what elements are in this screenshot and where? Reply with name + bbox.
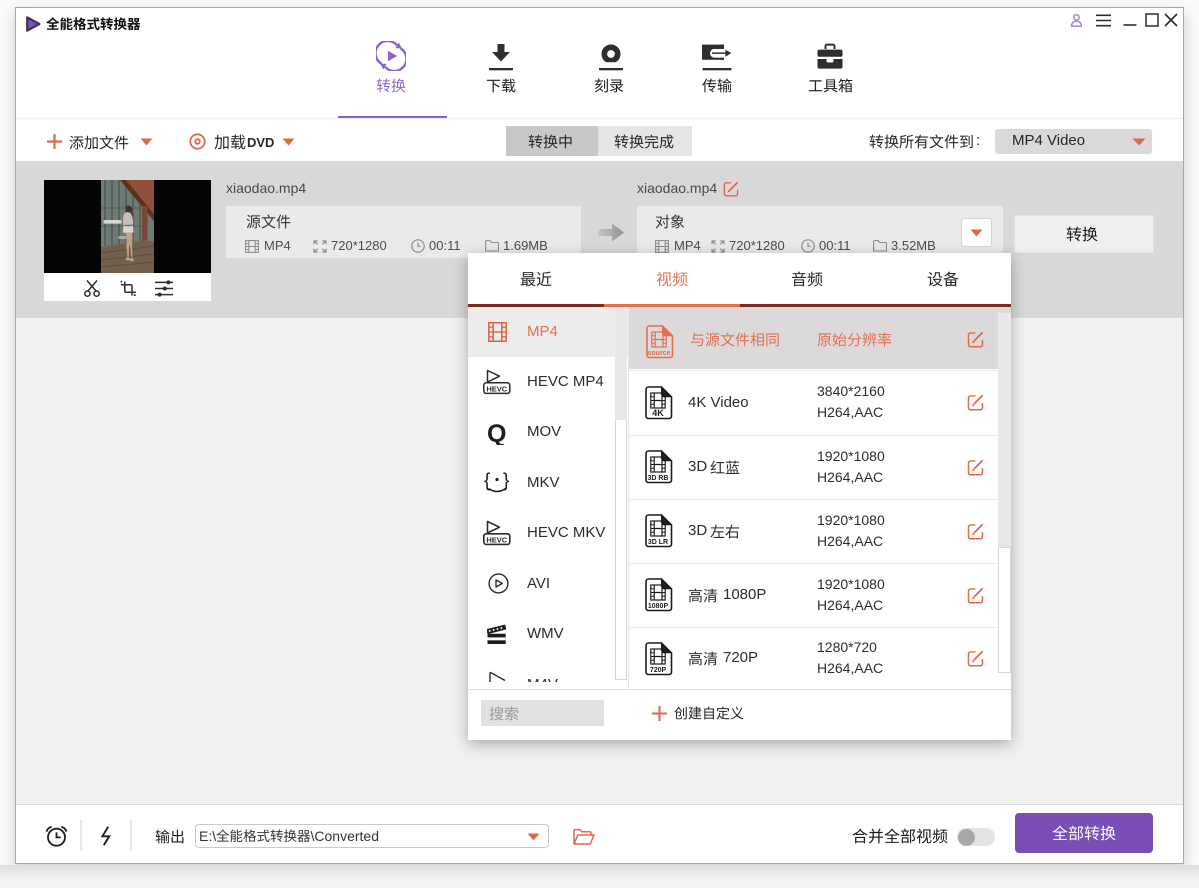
svg-text:source: source: [648, 350, 671, 357]
svg-text:HEVC: HEVC: [486, 384, 507, 393]
svg-text:Q: Q: [487, 420, 506, 445]
svg-text:HEVC: HEVC: [486, 535, 507, 544]
svg-text:3D LR: 3D LR: [648, 539, 668, 546]
svg-text:720P: 720P: [650, 667, 667, 674]
svg-text:4K: 4K: [652, 408, 664, 418]
svg-text:3D RB: 3D RB: [647, 475, 668, 482]
svg-text:}: }: [503, 471, 509, 492]
svg-text:{: {: [484, 471, 491, 492]
svg-text:1080P: 1080P: [648, 603, 669, 610]
